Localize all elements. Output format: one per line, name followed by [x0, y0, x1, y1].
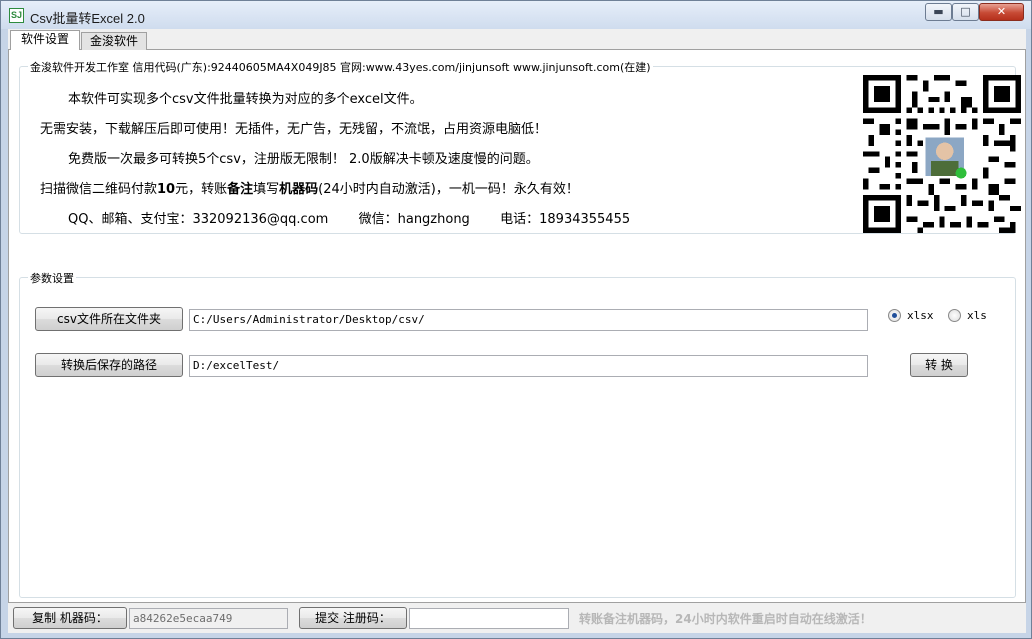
app-logo-icon: SJ [9, 8, 24, 23]
params-group: 参数设置 csv文件所在文件夹 C:/Users/Administrator/D… [19, 270, 1016, 598]
target-folder-button[interactable]: 转换后保存的路径 [35, 353, 183, 377]
info-line-4-part2: 元，转账 [175, 182, 228, 197]
xlsx-radio[interactable] [888, 309, 901, 322]
machine-code-field[interactable]: a84262e5ecaa749 [129, 608, 288, 629]
qq-label: QQ、邮箱、支付宝： [68, 212, 193, 227]
title-bar[interactable]: SJ Csv批量转Excel 2.0 ▬ □ ✕ [1, 1, 1031, 29]
register-code-input[interactable] [409, 608, 569, 629]
info-line-2: 无需安装，下载解压后即可使用！无插件，无广告，无残留，不流氓，占用资源电脑低！ [40, 122, 548, 137]
xlsx-label: xlsx [907, 309, 934, 322]
info-line-4-part3: 填写 [253, 182, 280, 197]
info-line-1: 本软件可实现多个csv文件批量转换为对应的多个excel文件。 [68, 92, 423, 107]
convert-button[interactable]: 转 换 [910, 353, 968, 377]
app-window: SJ Csv批量转Excel 2.0 ▬ □ ✕ 软件设置 金浚软件 金浚软件开… [0, 0, 1032, 639]
xls-label: xls [967, 309, 987, 322]
remark-text: 备注 [227, 182, 254, 197]
copy-machine-code-button[interactable]: 复制 机器码： [13, 607, 127, 629]
qq-value: 332092136@qq.com [192, 212, 329, 227]
minimize-button[interactable]: ▬ [925, 3, 952, 21]
info-line-4-part4: (24小时内自动激活)，一机一码！永久有效！ [318, 182, 579, 197]
client-area: 软件设置 金浚软件 金浚软件开发工作室 信用代码(广东):92440605MA4… [8, 29, 1026, 633]
xls-radio[interactable] [948, 309, 961, 322]
wechat-label: 微信： [358, 212, 398, 227]
tab-strip: 软件设置 金浚软件 [8, 29, 1026, 51]
machine-code-text: 机器码 [279, 182, 319, 197]
source-folder-button[interactable]: csv文件所在文件夹 [35, 307, 183, 331]
close-button[interactable]: ✕ [979, 3, 1024, 21]
wechat-value: hangzhong [397, 212, 470, 227]
maximize-button[interactable]: □ [952, 3, 979, 21]
info-line-4: 扫描微信二维码付款10元，转账备注填写机器码(24小时内自动激活)，一机一码！永… [40, 178, 579, 197]
window-title: Csv批量转Excel 2.0 [30, 11, 145, 26]
info-line-5: QQ、邮箱、支付宝：332092136@qq.com 微信：hangzhong … [68, 208, 630, 227]
tab-jinjun-software[interactable]: 金浚软件 [81, 32, 147, 50]
settings-tab-page: 金浚软件开发工作室 信用代码(广东):92440605MA4X049J85 官网… [8, 50, 1026, 603]
status-bar: 复制 机器码： a84262e5ecaa749 提交 注册码： 转账备注机器码，… [8, 605, 1026, 631]
info-group-title: 金浚软件开发工作室 信用代码(广东):92440605MA4X049J85 官网… [28, 59, 653, 75]
phone-label: 电话： [500, 212, 540, 227]
submit-register-code-button[interactable]: 提交 注册码： [299, 607, 407, 629]
activation-note: 转账备注机器码，24小时内软件重启时自动在线激活！ [579, 612, 872, 626]
source-path-input[interactable]: C:/Users/Administrator/Desktop/csv/ [189, 309, 868, 331]
info-line-4-part1: 扫描微信二维码付款 [40, 182, 158, 197]
wechat-qr-code [863, 75, 1021, 233]
tab-settings[interactable]: 软件设置 [10, 30, 80, 51]
params-group-title: 参数设置 [28, 270, 76, 286]
info-line-3: 免费版一次最多可转换5个csv，注册版无限制！ 2.0版解决卡顿及速度慢的问题。 [68, 152, 539, 167]
target-path-input[interactable]: D:/excelTest/ [189, 355, 868, 377]
phone-value: 18934355455 [539, 212, 631, 227]
info-group: 金浚软件开发工作室 信用代码(广东):92440605MA4X049J85 官网… [19, 59, 1021, 234]
payment-amount: 10 [157, 182, 176, 197]
